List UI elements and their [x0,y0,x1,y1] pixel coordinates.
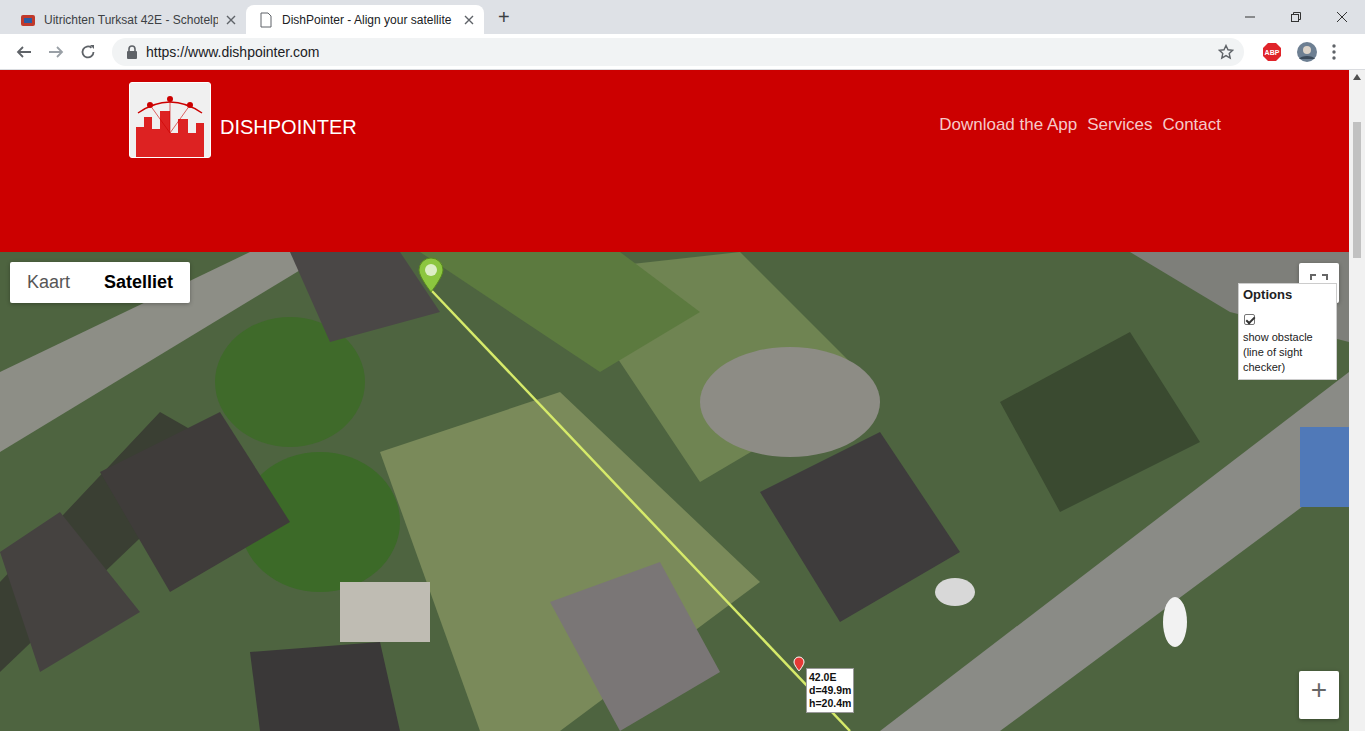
new-tab-button[interactable]: + [484,6,520,33]
satellite-text: 42.0E [809,671,851,684]
lock-icon [126,45,138,59]
satellite-map[interactable]: 42.0E d=49.9m h=20.4m Kaart Satelliet Op… [0,252,1349,731]
map-type-button[interactable]: Satelliet [87,262,190,303]
reload-icon[interactable] [74,38,102,66]
obstacle-label: 42.0E d=49.9m h=20.4m [806,668,854,713]
favicon-icon [20,12,36,28]
tab-label: DishPointer - Align your satellite [282,13,456,27]
browser-tab[interactable]: DishPointer - Align your satellite [246,5,484,34]
main-nav: Download the App Services Contact [939,115,1221,135]
height-text: h=20.4m [809,697,851,710]
forward-icon[interactable] [42,38,70,66]
adblock-label: ABP [1265,49,1280,56]
window-controls [1227,0,1365,34]
minimize-icon[interactable] [1227,0,1273,34]
tab-strip: Uitrichten Turksat 42E - Schotelp DishPo… [0,0,1365,34]
scroll-thumb[interactable] [1353,122,1361,258]
location-pin-icon[interactable] [418,257,444,293]
menu-icon[interactable] [1332,44,1336,60]
adblock-icon[interactable]: ABP [1262,42,1282,62]
map-type-button[interactable]: Kaart [10,262,87,303]
obstacle-marker-icon [793,656,805,672]
obstacle-checkbox[interactable] [1244,314,1255,325]
logo-icon[interactable] [129,82,211,158]
scroll-up-icon[interactable] [1353,74,1361,80]
close-icon[interactable] [226,15,236,25]
nav-link[interactable]: Download the App [939,115,1077,135]
avatar-icon[interactable] [1296,41,1318,63]
options-title: Options [1243,287,1332,302]
browser-tab[interactable]: Uitrichten Turksat 42E - Schotelp [8,5,246,34]
address-bar[interactable]: https://www.dishpointer.com [112,38,1244,66]
nav-link[interactable]: Contact [1162,115,1221,135]
back-icon[interactable] [10,38,38,66]
restore-icon[interactable] [1273,0,1319,34]
star-icon[interactable] [1218,44,1234,60]
brand-name[interactable]: DISHPOINTER [220,116,357,139]
close-window-icon[interactable] [1319,0,1365,34]
options-panel: Options show obstacle (line of sight che… [1238,283,1337,380]
map-type-control: Kaart Satelliet [10,262,190,303]
site-header: DISHPOINTER Download the App Services Co… [0,70,1349,252]
url-text: https://www.dishpointer.com [146,44,1210,60]
zoom-in-button[interactable]: + [1299,671,1339,719]
extensions: ABP [1262,41,1336,63]
distance-text: d=49.9m [809,684,851,697]
toolbar: https://www.dishpointer.com ABP [0,34,1365,70]
tab-label: Uitrichten Turksat 42E - Schotelp [44,13,218,27]
page-icon [258,12,274,28]
obstacle-checkbox-label[interactable]: show obstacle (line of sight checker) [1243,330,1332,375]
close-icon[interactable] [464,15,474,25]
scrollbar[interactable] [1349,70,1365,731]
nav-link[interactable]: Services [1087,115,1152,135]
map-imagery [0,252,1349,731]
